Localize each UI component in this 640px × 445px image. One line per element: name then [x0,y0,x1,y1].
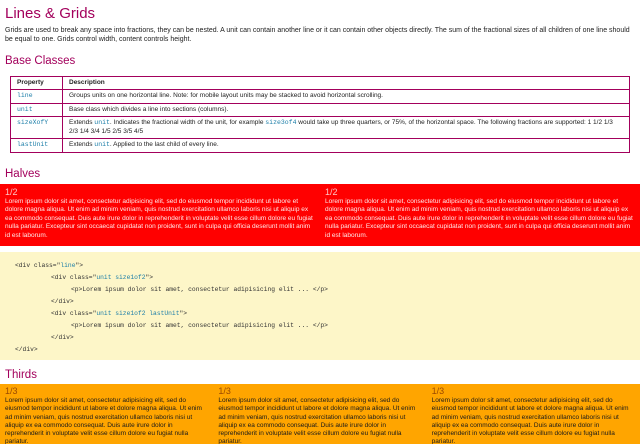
code-line: </div> [15,345,38,353]
table-header-row: Property Description [10,75,630,91]
half-unit: 1/2 Lorem ipsum dolor sit amet, consecte… [0,184,320,246]
code-line: </div> [51,333,74,341]
code-example: <div class="line"> <div class="unit size1… [0,251,640,360]
fraction-label: 1/3 [5,385,18,396]
code-line: <p>Lorem ipsum dolor sit amet, consectet… [71,285,328,293]
code-line: <p>Lorem ipsum dolor sit amet, consectet… [71,321,328,329]
halves-heading: Halves [5,167,41,180]
thirds-demo-line: 1/3 Lorem ipsum dolor sit amet, consecte… [0,383,640,444]
base-classes-heading: Base Classes [5,55,76,67]
base-classes-table: Property Description line Groups units o… [10,75,630,153]
lorem-text: Lorem ipsum dolor sit amet, consectetur … [325,197,633,239]
property-description: Extends unit. Applied to the last child … [62,138,630,153]
lorem-text: Lorem ipsum dolor sit amet, consectetur … [431,396,629,444]
code-line: <div class="line"> [15,261,84,269]
table-row: line Groups units on one horizontal line… [10,89,630,104]
property-description: Groups units on one horizontal line. Not… [62,89,630,104]
fraction-label: 1/3 [218,385,231,396]
page-title: Lines & Grids [5,5,96,22]
code-line: <div class="unit size1of2"> [51,273,154,281]
lorem-text: Lorem ipsum dolor sit amet, consectetur … [5,197,313,239]
lorem-text: Lorem ipsum dolor sit amet, consectetur … [218,396,416,444]
column-header-property: Property [10,75,63,91]
code-line: </div> [51,297,74,305]
intro-text: Grids are used to break any space into f… [5,27,630,43]
third-unit: 1/3 Lorem ipsum dolor sit amet, consecte… [0,384,213,444]
table-row: unit Base class which divides a line int… [10,102,630,118]
property-description: Base class which divides a line into sec… [62,102,630,118]
property-code: unit [17,105,33,113]
halves-demo-line: 1/2 Lorem ipsum dolor sit amet, consecte… [0,183,640,246]
property-code: lastUnit [17,141,49,149]
table-row: sizeXofY Extends unit. Indicates the fra… [10,116,630,140]
property-code: line [17,92,33,100]
fraction-label: 1/3 [431,385,445,396]
third-unit: 1/3 Lorem ipsum dolor sit amet, consecte… [213,384,426,444]
property-code: sizeXofY [17,119,49,127]
half-unit-last: 1/2 Lorem ipsum dolor sit amet, consecte… [320,184,640,246]
fraction-label: 1/2 [325,186,338,197]
property-description: Extends unit. Indicates the fractional w… [62,116,630,140]
lorem-text: Lorem ipsum dolor sit amet, consectetur … [5,396,202,444]
column-header-description: Description [62,75,630,91]
table-row: lastUnit Extends unit. Applied to the la… [10,138,630,153]
fraction-label: 1/2 [5,186,18,197]
code-line: <div class="unit size1of2 lastUnit"> [51,309,188,317]
thirds-heading: Thirds [5,368,37,381]
third-unit-last: 1/3 Lorem ipsum dolor sit amet, consecte… [427,384,640,444]
